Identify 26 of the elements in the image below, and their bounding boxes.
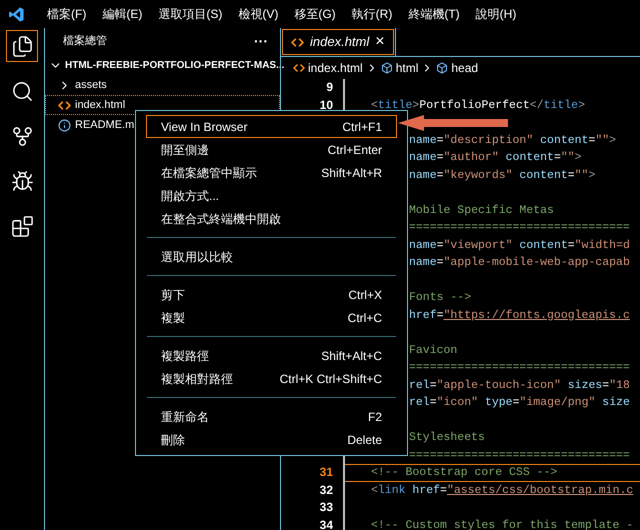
code-line: rel="apple-touch-icon" sizes="18 bbox=[409, 378, 630, 392]
line-number: 32 bbox=[320, 482, 333, 496]
code-line: ================================ bbox=[409, 361, 630, 374]
code-line: <title>PortfolioPerfect</title> bbox=[371, 98, 585, 112]
code-line: Mobile Specific Metas bbox=[409, 204, 554, 216]
line-number: 33 bbox=[320, 500, 333, 514]
code-line: name="apple-mobile-web-app-capab bbox=[409, 256, 630, 269]
code-line: name="description" content=""> bbox=[409, 134, 616, 146]
code-line: name="keywords" content=""> bbox=[409, 168, 596, 182]
code-line: <!-- Custom styles for this template - bbox=[371, 518, 634, 530]
code-line: Favicon bbox=[409, 344, 458, 356]
code-line: href="https://fonts.googleapis.c bbox=[409, 308, 630, 322]
sidebar-title: 檔案總管 bbox=[63, 34, 107, 50]
code-line: Fonts --> bbox=[409, 291, 472, 304]
code-line: name="viewport" content="width=d bbox=[409, 238, 630, 252]
line-number: 9 bbox=[326, 80, 333, 94]
line-number: 31 bbox=[320, 465, 333, 479]
code-line: name="author" content=""> bbox=[409, 151, 582, 164]
code-line: ================================ bbox=[409, 448, 630, 462]
code-line: <link href="assets/css/bootstrap.min.c bbox=[371, 484, 634, 496]
code-line: <!-- Bootstrap core CSS --> bbox=[371, 466, 558, 479]
code-line: rel="icon" type="image/png" size bbox=[409, 396, 630, 409]
line-number: 10 bbox=[320, 98, 333, 112]
line-number: 34 bbox=[320, 518, 333, 530]
code-line: Stylesheets bbox=[409, 431, 485, 444]
code-line: ================================ bbox=[409, 221, 630, 234]
